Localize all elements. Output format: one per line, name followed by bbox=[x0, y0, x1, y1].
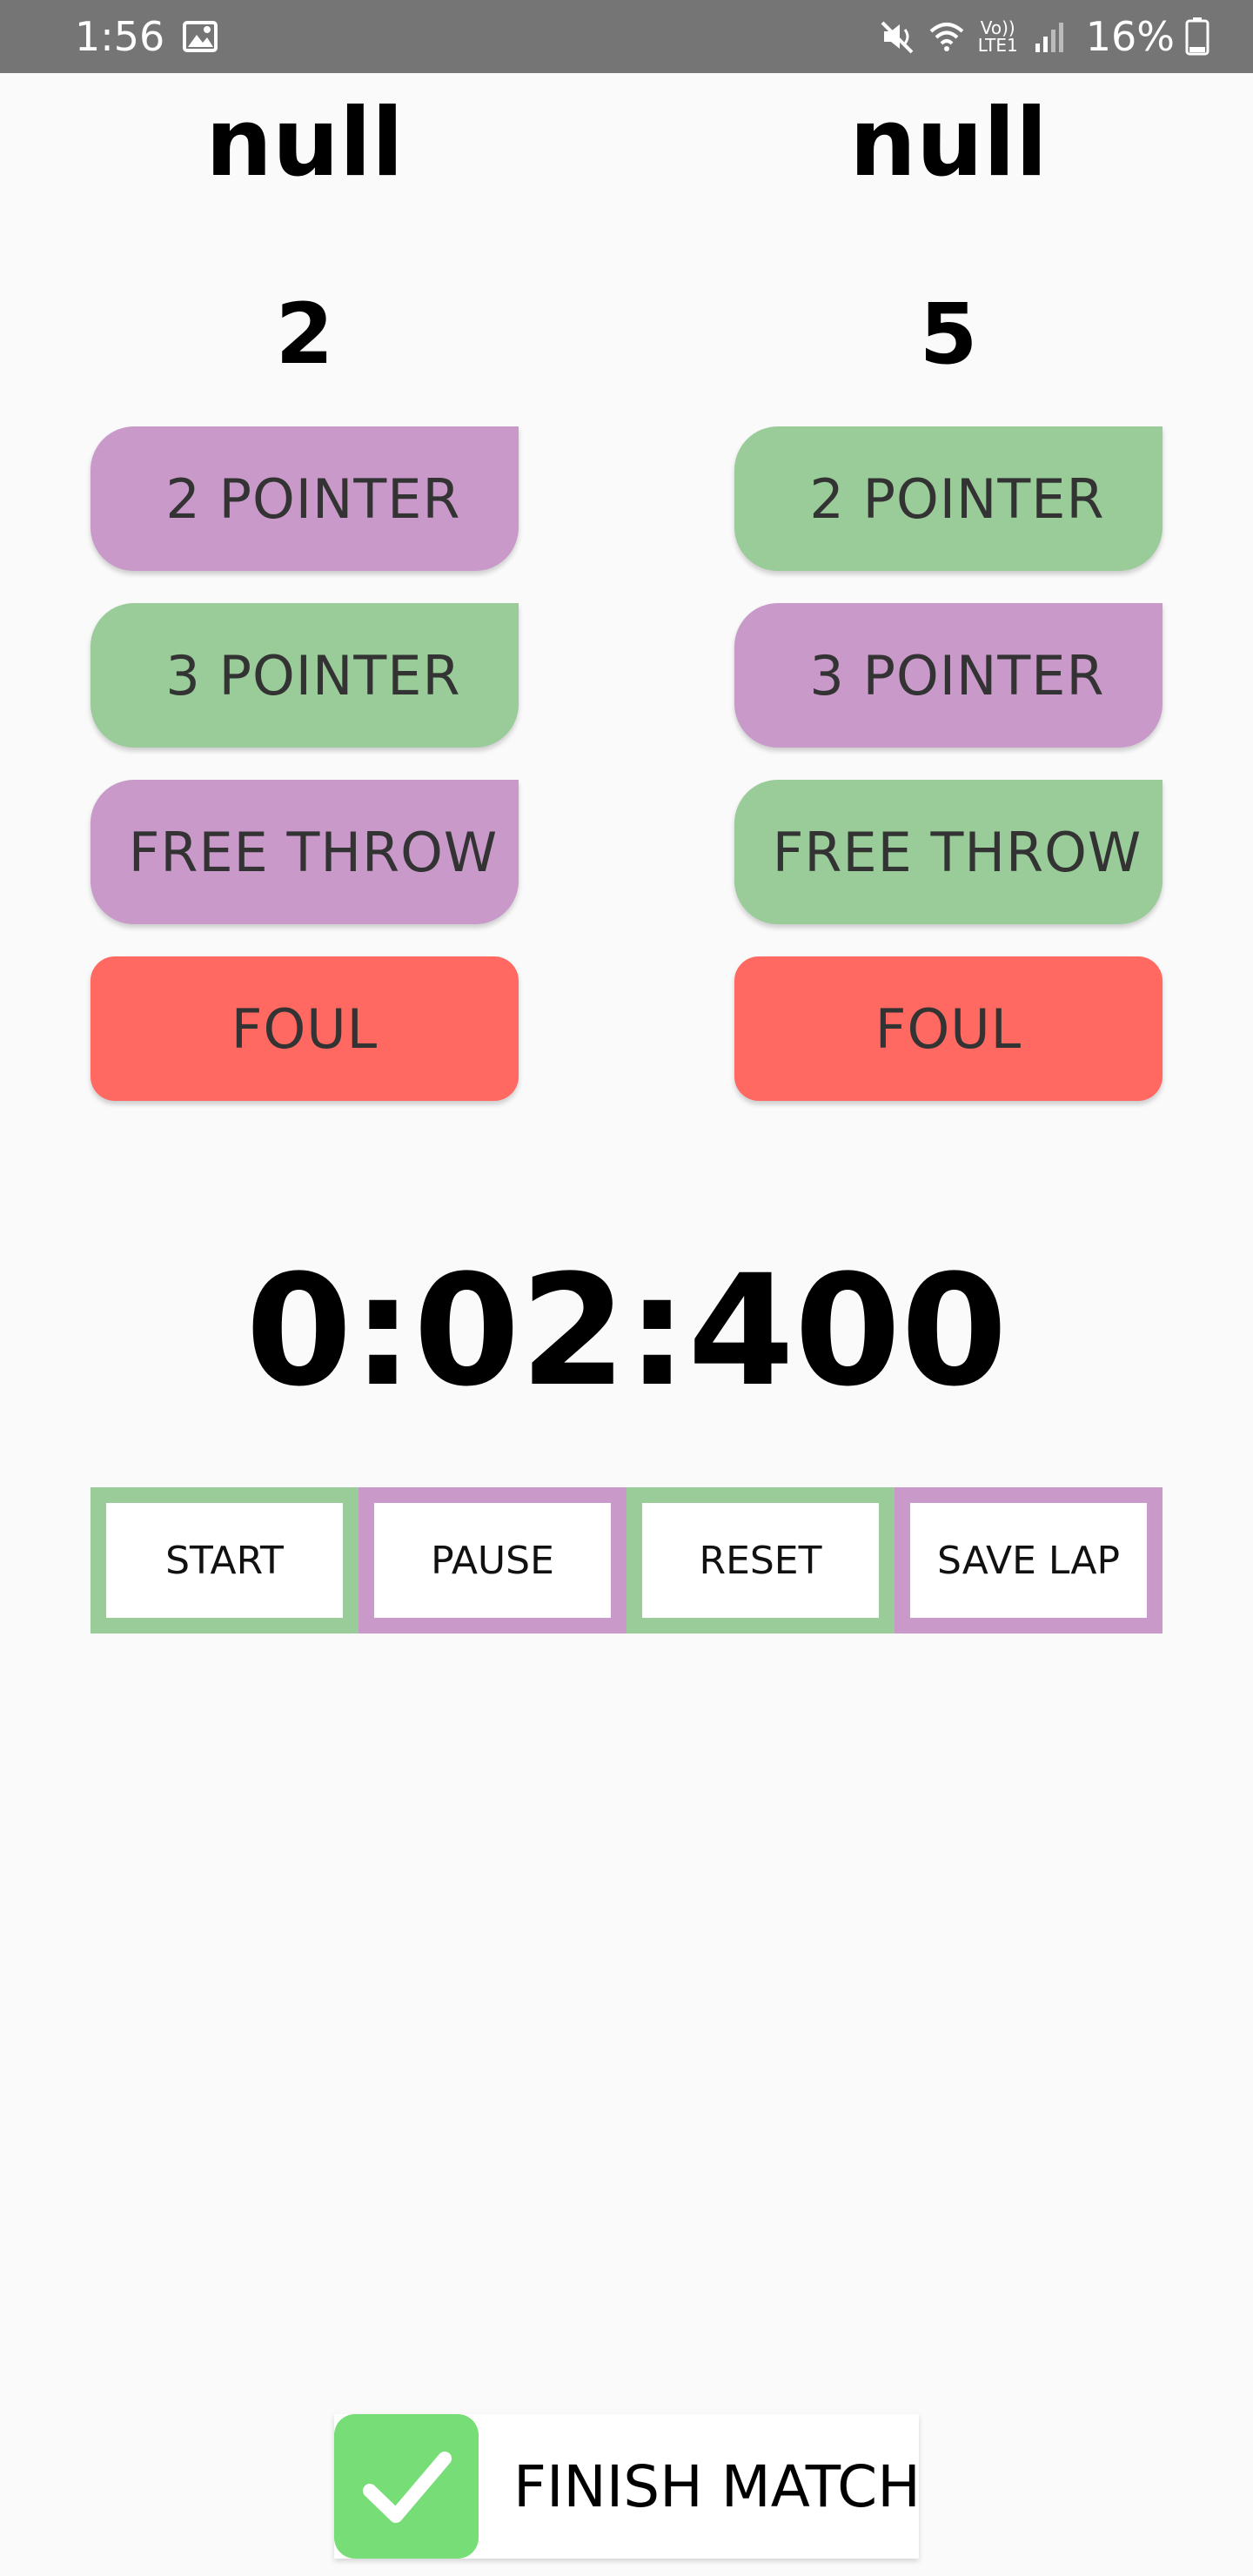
team-left-name: null bbox=[205, 89, 404, 198]
status-time: 1:56 bbox=[75, 13, 165, 60]
status-icons: Vo)) LTE1 16% bbox=[879, 9, 1209, 64]
finish-match-button[interactable]: FINISH MATCH bbox=[334, 2414, 921, 2559]
status-bar: 1:56 Vo)) LTE1 16% bbox=[0, 0, 1253, 73]
team-left-score: 2 bbox=[275, 285, 334, 383]
team-right-score: 5 bbox=[919, 285, 978, 383]
wifi-icon bbox=[929, 23, 964, 51]
match-timer: 0:02:400 bbox=[245, 1242, 1008, 1420]
save-lap-button[interactable]: SAVE LAP bbox=[895, 1487, 1163, 1633]
network-label: Vo)) LTE1 bbox=[977, 17, 1018, 56]
gallery-icon bbox=[183, 21, 218, 52]
pause-button[interactable]: PAUSE bbox=[358, 1487, 626, 1633]
team-left-free-throw-button[interactable]: FREE THROW bbox=[90, 780, 519, 924]
team-left-2-pointer-button[interactable]: 2 POINTER bbox=[90, 426, 519, 571]
finish-match-label: FINISH MATCH bbox=[513, 2452, 921, 2520]
team-right-3-pointer-button[interactable]: 3 POINTER bbox=[734, 603, 1163, 748]
team-left-3-pointer-button[interactable]: 3 POINTER bbox=[90, 603, 519, 748]
signal-icon bbox=[1035, 23, 1063, 52]
checkmark-icon bbox=[334, 2414, 479, 2559]
battery-icon bbox=[1185, 17, 1209, 56]
team-right-2-pointer-button[interactable]: 2 POINTER bbox=[734, 426, 1163, 571]
team-left-foul-button[interactable]: FOUL bbox=[90, 956, 519, 1101]
team-right-free-throw-button[interactable]: FREE THROW bbox=[734, 780, 1163, 924]
team-right-foul-button[interactable]: FOUL bbox=[734, 956, 1163, 1101]
battery-percent: 16% bbox=[1085, 13, 1175, 60]
start-button[interactable]: START bbox=[90, 1487, 358, 1633]
reset-button[interactable]: RESET bbox=[626, 1487, 895, 1633]
timer-controls: START PAUSE RESET SAVE LAP bbox=[90, 1487, 1163, 1633]
team-right-name: null bbox=[849, 89, 1048, 198]
mute-icon bbox=[881, 21, 914, 54]
